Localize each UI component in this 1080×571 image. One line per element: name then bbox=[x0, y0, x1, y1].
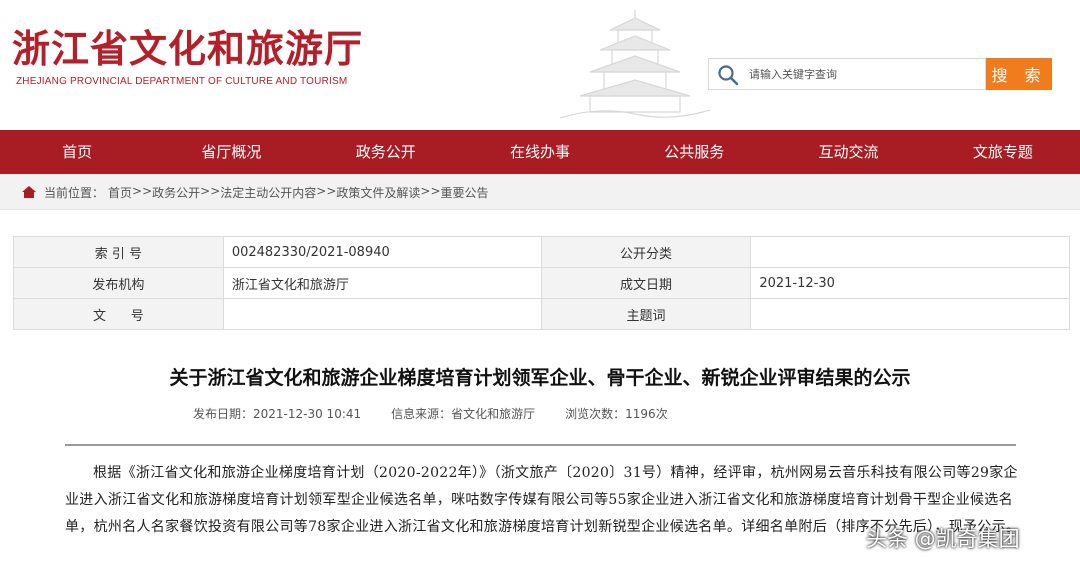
breadcrumb-item-announcement[interactable]: 重要公告 bbox=[441, 184, 489, 201]
index-label: 索 引 号 bbox=[13, 236, 224, 268]
date-label: 成文日期 bbox=[540, 267, 752, 299]
main-nav: 首页 省厅概况 政务公开 在线办事 公共服务 互动交流 文旅专题 bbox=[0, 130, 1080, 174]
doc-number-label: 文 号 bbox=[13, 298, 224, 330]
nav-item-gov-affairs[interactable]: 政务公开 bbox=[309, 130, 463, 174]
site-header: 浙江省文化和旅游厅 ZHEJIANG PROVINCIAL DEPARTMENT… bbox=[0, 0, 1080, 130]
pagoda-icon bbox=[560, 10, 710, 119]
publisher-value: 浙江省文化和旅游厅 bbox=[222, 267, 542, 299]
article-title: 关于浙江省文化和旅游企业梯度培育计划领军企业、骨干企业、新锐企业评审结果的公示 bbox=[169, 367, 911, 389]
search-box bbox=[708, 58, 986, 90]
home-icon bbox=[22, 186, 36, 198]
subject-label: 主题词 bbox=[540, 298, 752, 330]
document-info-table: 索 引 号 002482330/2021-08940 公开分类 发布机构 浙江省… bbox=[13, 236, 1070, 330]
doc-number-value bbox=[222, 298, 542, 330]
table-row: 索 引 号 002482330/2021-08940 公开分类 bbox=[13, 236, 1070, 268]
breadcrumb-separator: >> bbox=[200, 184, 221, 198]
breadcrumb-separator: >> bbox=[132, 184, 153, 198]
table-row: 文 号 主题词 bbox=[13, 298, 1070, 330]
breadcrumb: 当前位置： 首页 >> 政务公开 >> 法定主动公开内容 >> 政策文件及解读 … bbox=[0, 174, 1080, 210]
divider bbox=[65, 444, 1016, 446]
nav-item-public-service[interactable]: 公共服务 bbox=[617, 130, 771, 174]
info-source: 信息来源：省文化和旅游厅 bbox=[391, 407, 536, 421]
nav-item-online-service[interactable]: 在线办事 bbox=[463, 130, 617, 174]
search-input[interactable] bbox=[749, 63, 981, 85]
nav-item-interaction[interactable]: 互动交流 bbox=[771, 130, 925, 174]
breadcrumb-separator: >> bbox=[316, 184, 337, 198]
publisher-label: 发布机构 bbox=[13, 267, 224, 299]
breadcrumb-item-gov-affairs[interactable]: 政务公开 bbox=[152, 184, 200, 201]
index-value: 002482330/2021-08940 bbox=[222, 236, 542, 268]
category-value bbox=[750, 236, 1070, 268]
breadcrumb-label: 当前位置： bbox=[44, 186, 105, 200]
search-icon bbox=[718, 65, 739, 86]
date-value: 2021-12-30 bbox=[750, 267, 1070, 299]
table-row: 发布机构 浙江省文化和旅游厅 成文日期 2021-12-30 bbox=[13, 267, 1070, 299]
subject-value bbox=[750, 298, 1070, 330]
breadcrumb-item-policy[interactable]: 政策文件及解读 bbox=[336, 184, 420, 201]
breadcrumb-item-home[interactable]: 首页 bbox=[108, 184, 132, 201]
nav-item-home[interactable]: 首页 bbox=[0, 130, 154, 174]
nav-item-overview[interactable]: 省厅概况 bbox=[154, 130, 308, 174]
breadcrumb-separator: >> bbox=[420, 184, 441, 198]
view-count: 浏览次数：1196次 bbox=[565, 407, 668, 421]
article-meta: 发布日期：2021-12-30 10:41 信息来源：省文化和旅游厅 浏览次数：… bbox=[193, 405, 668, 422]
nav-item-topics[interactable]: 文旅专题 bbox=[926, 130, 1080, 174]
breadcrumb-links: 首页 >> 政务公开 >> 法定主动公开内容 >> 政策文件及解读 >> 重要公… bbox=[108, 184, 489, 201]
site-title[interactable]: 浙江省文化和旅游厅 bbox=[12, 18, 363, 73]
publish-date: 发布日期：2021-12-30 10:41 bbox=[193, 407, 362, 421]
category-label: 公开分类 bbox=[540, 236, 752, 268]
search-button[interactable]: 搜 索 bbox=[986, 58, 1052, 90]
breadcrumb-item-disclosure[interactable]: 法定主动公开内容 bbox=[220, 184, 316, 201]
watermark: 头条 @凯奇集团 bbox=[866, 527, 1020, 551]
site-subtitle: ZHEJIANG PROVINCIAL DEPARTMENT OF CULTUR… bbox=[16, 76, 348, 87]
